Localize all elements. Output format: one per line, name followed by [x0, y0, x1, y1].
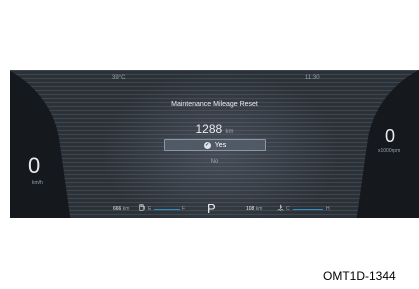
- driving-range: 666 km: [113, 206, 129, 212]
- coolant-gauge-bar: [293, 209, 323, 210]
- no-button[interactable]: No: [10, 159, 419, 165]
- gear-indicator: P: [207, 201, 216, 216]
- odometer-value: 108: [246, 206, 255, 212]
- check-icon: ✓: [203, 141, 211, 149]
- yes-button[interactable]: ✓ Yes: [164, 139, 266, 151]
- odometer-unit: km: [255, 206, 263, 212]
- speed-value: 0: [28, 153, 41, 178]
- odometer: 108 km: [246, 206, 262, 212]
- rpm-value: 0: [385, 126, 396, 146]
- range-value: 666: [113, 206, 122, 212]
- yes-label: Yes: [214, 141, 227, 149]
- outside-temperature: 39°C: [112, 75, 126, 81]
- fuel-pump-icon: [139, 204, 145, 211]
- clock: 11:30: [305, 75, 320, 81]
- coolant-hot-label: H: [326, 206, 330, 212]
- rpm-unit: x1000rpm: [378, 148, 401, 154]
- fuel-full-label: F: [182, 206, 186, 212]
- fuel-empty-label: E: [148, 206, 152, 212]
- coolant-temperature-icon: [277, 204, 284, 211]
- fuel-gauge-bar: [154, 209, 180, 210]
- mileage-value: 1288: [195, 122, 223, 136]
- figure-code: OMT1D-1344: [323, 269, 396, 283]
- range-unit: km: [122, 206, 130, 212]
- dialog-title: Maintenance Mileage Reset: [171, 101, 258, 108]
- speed-unit: km/h: [32, 180, 43, 186]
- mileage-readout: 1288 km: [10, 122, 419, 136]
- mileage-unit: km: [225, 129, 234, 135]
- instrument-cluster-display: 39°C 11:30 Maintenance Mileage Reset 128…: [10, 70, 419, 218]
- coolant-cold-label: C: [286, 206, 290, 212]
